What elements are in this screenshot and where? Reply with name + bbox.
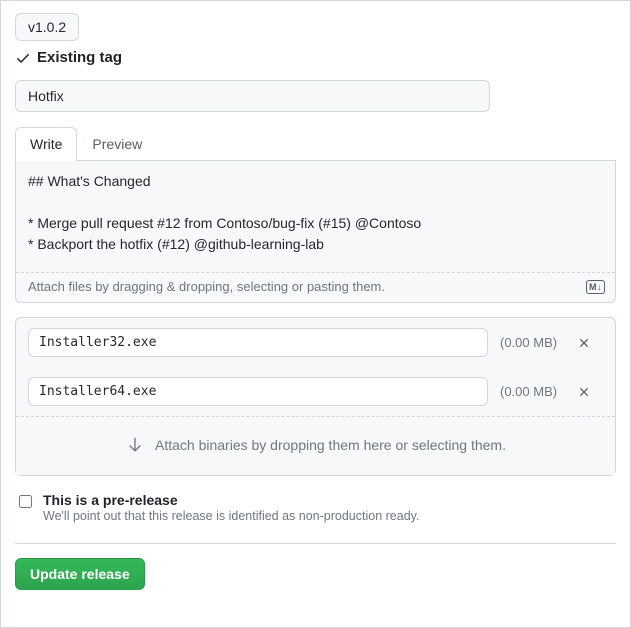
asset-name-input[interactable]: Installer64.exe xyxy=(28,377,488,406)
remove-asset-button[interactable] xyxy=(573,332,603,354)
tab-write[interactable]: Write xyxy=(15,127,77,161)
release-form: v1.0.2 Existing tag Hotfix Write Preview… xyxy=(0,0,631,628)
existing-tag-indicator: Existing tag xyxy=(15,49,616,66)
prerelease-checkbox[interactable] xyxy=(19,495,32,508)
prerelease-row: This is a pre-release We'll point out th… xyxy=(15,492,616,523)
release-assets: Installer32.exe (0.00 MB) Installer64.ex… xyxy=(15,317,616,476)
prerelease-sub: We'll point out that this release is ide… xyxy=(43,509,419,523)
existing-tag-label: Existing tag xyxy=(37,49,122,66)
drop-zone-hint: Attach binaries by dropping them here or… xyxy=(155,437,506,453)
tag-selector[interactable]: v1.0.2 xyxy=(15,13,79,41)
tab-preview[interactable]: Preview xyxy=(77,127,157,161)
asset-name-input[interactable]: Installer32.exe xyxy=(28,328,488,357)
release-title-input[interactable]: Hotfix xyxy=(15,80,490,112)
tag-value: v1.0.2 xyxy=(28,19,66,35)
attach-hint: Attach files by dragging & dropping, sel… xyxy=(28,279,385,294)
markdown-icon[interactable]: M↓ xyxy=(586,280,605,294)
asset-size: (0.00 MB) xyxy=(500,335,561,350)
prerelease-label: This is a pre-release xyxy=(43,492,419,508)
description-textarea[interactable]: ## What's Changed * Merge pull request #… xyxy=(16,161,615,273)
close-icon xyxy=(577,385,591,399)
release-title-value: Hotfix xyxy=(28,88,64,104)
attach-files-row[interactable]: Attach files by dragging & dropping, sel… xyxy=(16,273,615,302)
remove-asset-button[interactable] xyxy=(573,381,603,403)
description-box: ## What's Changed * Merge pull request #… xyxy=(15,161,616,303)
actions-divider xyxy=(15,543,616,544)
arrow-down-icon xyxy=(125,435,145,455)
binaries-drop-zone[interactable]: Attach binaries by dropping them here or… xyxy=(16,416,615,475)
update-release-button[interactable]: Update release xyxy=(15,558,145,590)
description-tabs: Write Preview xyxy=(15,126,616,161)
check-icon xyxy=(15,50,31,66)
asset-row: Installer32.exe (0.00 MB) xyxy=(16,318,615,367)
asset-size: (0.00 MB) xyxy=(500,384,561,399)
asset-row: Installer64.exe (0.00 MB) xyxy=(16,367,615,416)
close-icon xyxy=(577,336,591,350)
